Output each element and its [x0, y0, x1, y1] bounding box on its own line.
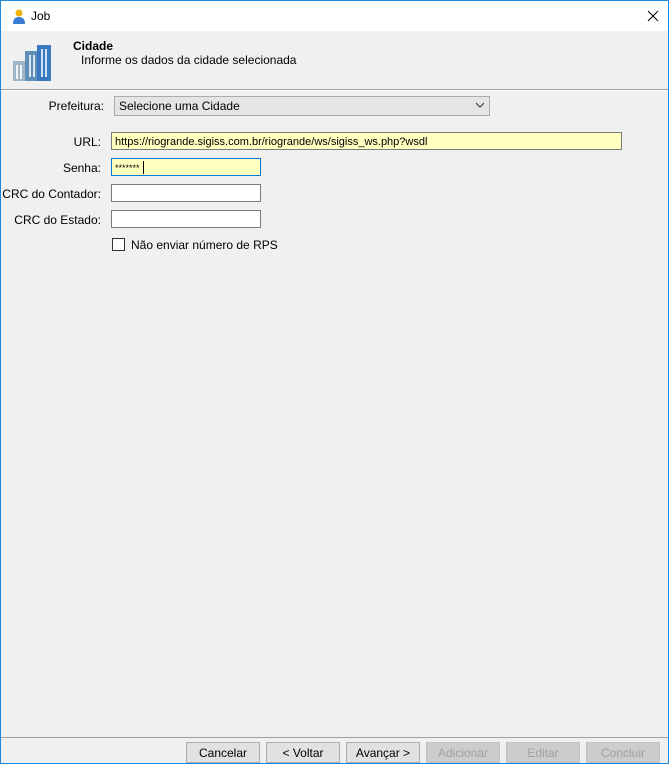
title-bar: Job	[1, 1, 668, 31]
prefeitura-value: Selecione uma Cidade	[119, 99, 240, 113]
crc-estado-field[interactable]	[111, 210, 261, 228]
senha-label: Senha:	[62, 161, 101, 175]
add-button[interactable]: Adicionar	[426, 742, 500, 763]
rps-checkbox-label[interactable]: Não enviar número de RPS	[131, 238, 278, 252]
finish-button[interactable]: Concluir	[586, 742, 660, 763]
url-field[interactable]: https://riogrande.sigiss.com.br/riogrand…	[111, 132, 622, 150]
crc-contador-field[interactable]	[111, 184, 261, 202]
user-icon	[11, 8, 27, 24]
close-button[interactable]	[638, 1, 668, 31]
chevron-down-icon	[475, 97, 485, 122]
next-button[interactable]: Avançar >	[346, 742, 420, 763]
window-title: Job	[31, 9, 51, 23]
job-window: Job Cidade Informe os dados da cidade se…	[0, 0, 669, 764]
header-divider	[1, 90, 668, 91]
close-icon	[647, 10, 659, 22]
senha-field[interactable]: *******	[111, 158, 261, 176]
rps-checkbox[interactable]	[112, 238, 125, 251]
prefeitura-select[interactable]: Selecione uma Cidade	[114, 96, 490, 116]
text-caret	[143, 161, 144, 174]
edit-button[interactable]: Editar	[506, 742, 580, 763]
back-button[interactable]: < Voltar	[266, 742, 340, 763]
buildings-icon	[11, 43, 59, 83]
cancel-button[interactable]: Cancelar	[186, 742, 260, 763]
header-subtitle: Informe os dados da cidade selecionada	[81, 53, 297, 67]
prefeitura-label: Prefeitura:	[48, 99, 104, 113]
wizard-header: Cidade Informe os dados da cidade seleci…	[1, 31, 668, 90]
url-label: URL:	[73, 135, 101, 149]
footer-divider	[1, 737, 668, 738]
crc-contador-label: CRC do Contador:	[2, 187, 101, 201]
crc-estado-label: CRC do Estado:	[14, 213, 101, 227]
header-title: Cidade	[73, 39, 114, 53]
